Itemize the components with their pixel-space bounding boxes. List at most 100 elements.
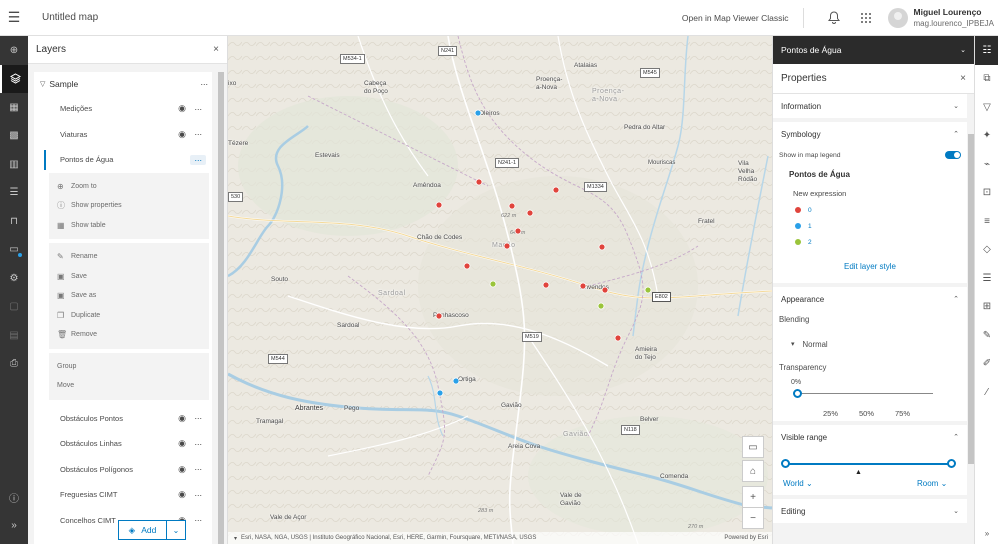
menu-item-move[interactable]: Move — [49, 376, 209, 396]
pop-ups-icon[interactable]: ⌁ — [975, 150, 998, 179]
more-options-icon[interactable]: ··· — [196, 79, 212, 89]
menu-item-duplicate[interactable]: ❐ Duplicate — [49, 306, 209, 326]
visible-range-header[interactable]: Visible range ⌃ — [773, 425, 967, 449]
measure-icon[interactable]: ▤ — [0, 321, 28, 350]
app-launcher-icon[interactable] — [850, 0, 882, 36]
layer-item[interactable]: Obstáculos Pontos ◉ ··· — [34, 406, 212, 432]
layer-item[interactable]: Obstáculos Polígonos ◉ ··· — [34, 457, 212, 483]
chevron-up-icon[interactable]: ⌃ — [953, 295, 959, 303]
more-options-icon[interactable]: ··· — [190, 490, 206, 500]
forms-icon[interactable]: ◇ — [975, 236, 998, 265]
layer-selector[interactable]: Pontos de Água ⌄ — [773, 36, 974, 64]
show-in-legend-toggle[interactable] — [945, 151, 961, 159]
menu-icon[interactable]: ☰ — [0, 0, 28, 36]
sketch-icon[interactable]: ▢ — [0, 293, 28, 322]
layers-scrollbar[interactable] — [218, 72, 224, 544]
map-title[interactable]: Untitled map — [42, 12, 98, 23]
layers-icon[interactable] — [0, 64, 28, 93]
sketch-icon[interactable]: ✐ — [975, 350, 998, 379]
media-icon[interactable]: ▭ — [0, 236, 28, 265]
zoom-in-button[interactable]: + — [742, 486, 764, 508]
menu-item-show-table[interactable]: ▦ Show table — [49, 216, 209, 236]
edit-layer-style-link[interactable]: Edit layer style — [773, 250, 967, 283]
bookmarks-icon[interactable]: ⊓ — [0, 207, 28, 236]
more-options-icon[interactable]: ··· — [190, 439, 206, 449]
visibility-eye-icon[interactable]: ◉ — [174, 129, 190, 140]
filter-icon[interactable]: ▽ — [975, 93, 998, 122]
layer-item[interactable]: Obstáculos Linhas ◉ ··· — [34, 431, 212, 457]
zoom-out-button[interactable]: − — [742, 507, 764, 529]
menu-item-save-as[interactable]: ▣ Save as — [49, 286, 209, 306]
chevron-down-icon[interactable]: ⌄ — [960, 46, 966, 54]
slider-track[interactable] — [797, 393, 933, 394]
close-icon[interactable]: × — [960, 73, 966, 84]
menu-item-save[interactable]: ▣ Save — [49, 267, 209, 287]
more-options-icon[interactable]: ··· — [190, 413, 206, 423]
charts-icon[interactable]: ▥ — [0, 150, 28, 179]
chevron-up-icon[interactable]: ⌃ — [953, 433, 959, 441]
info-icon[interactable]: ⓘ — [0, 483, 28, 512]
print-icon[interactable]: ⎙ — [0, 350, 28, 379]
blending-select[interactable]: ▾ Normal — [773, 329, 967, 359]
close-icon[interactable]: × — [213, 44, 219, 55]
effects-icon[interactable]: ✦ — [975, 122, 998, 151]
editing-header[interactable]: Editing ⌄ — [773, 499, 967, 523]
visible-range-slider[interactable]: ▲ World ⌄ Room ⌄ — [773, 449, 967, 495]
home-icon[interactable]: ⌂ — [742, 460, 764, 482]
layer-item[interactable]: Medições ◉ ··· — [34, 96, 212, 122]
more-options-icon[interactable]: ··· — [190, 515, 206, 525]
symbology-header[interactable]: Symbology ⌃ — [773, 122, 967, 146]
powered-by-esri[interactable]: Powered by Esri — [724, 535, 768, 541]
map-view[interactable]: ixo Atalaias Proença-a-Nova Proença-a-No… — [228, 36, 772, 544]
add-icon[interactable]: ⊕ — [0, 36, 28, 65]
collapse-icon[interactable]: » — [975, 529, 998, 538]
legend-icon[interactable]: ☰ — [0, 179, 28, 208]
visibility-eye-icon[interactable]: ◉ — [174, 464, 190, 475]
range-max-select[interactable]: Room ⌄ — [917, 479, 947, 488]
labels-icon[interactable]: ⊡ — [975, 179, 998, 208]
add-dropdown-chevron-icon[interactable]: ⌄ — [167, 521, 185, 539]
visibility-eye-icon[interactable]: ◉ — [174, 489, 190, 500]
aggregation-icon[interactable]: ⊞ — [975, 293, 998, 322]
add-button[interactable]: ◈ Add — [119, 521, 167, 539]
edit-icon[interactable]: ✎ — [975, 321, 998, 350]
range-min-select[interactable]: World ⌄ — [783, 479, 813, 488]
menu-item-rename[interactable]: ✎ Rename — [49, 247, 209, 267]
chevron-up-icon[interactable]: ⌃ — [953, 130, 959, 138]
menu-item-show-properties[interactable]: ⓘ Show properties — [49, 196, 209, 216]
fields-icon[interactable]: ≡ — [975, 207, 998, 236]
settings-icon[interactable]: ⚙ — [0, 264, 28, 293]
menu-item-remove[interactable]: 🗑︎ Remove — [49, 325, 209, 345]
information-header[interactable]: Information ⌄ — [773, 94, 967, 118]
menu-item-zoom-to[interactable]: ⊕ Zoom to — [49, 177, 209, 197]
open-classic-link[interactable]: Open in Map Viewer Classic — [682, 7, 804, 28]
expand-icon[interactable]: » — [0, 512, 28, 541]
layer-item[interactable]: Viaturas ◉ ··· — [34, 122, 212, 148]
table-icon[interactable]: ▦ — [0, 93, 28, 122]
screen-icon[interactable]: ▭ — [742, 436, 764, 458]
notifications-bell-icon[interactable] — [818, 0, 850, 36]
transparency-slider[interactable]: 0% 25% 50% 75% — [779, 377, 961, 421]
layer-item[interactable]: Freguesias CIMT ◉ ··· — [34, 482, 212, 508]
more-options-icon[interactable]: ··· — [190, 464, 206, 474]
visibility-eye-icon[interactable]: ◉ — [174, 103, 190, 114]
user-menu[interactable]: Miguel Lourenço mag.lourenco_IPBEJA — [887, 7, 994, 28]
range-min-thumb[interactable] — [781, 459, 790, 468]
pencil-icon[interactable]: ⁄ — [975, 378, 998, 407]
layer-item-selected[interactable]: Pontos de Água ··· — [34, 147, 212, 173]
layer-group-sample[interactable]: ▽ Sample ··· — [34, 72, 212, 96]
chevron-down-icon[interactable]: ⌄ — [953, 507, 959, 515]
menu-item-group[interactable]: Group — [49, 357, 209, 377]
visibility-eye-icon[interactable]: ◉ — [174, 413, 190, 424]
range-max-thumb[interactable] — [947, 459, 956, 468]
more-options-icon[interactable]: ··· — [190, 104, 206, 114]
visibility-eye-icon[interactable]: ◉ — [174, 438, 190, 449]
range-track[interactable] — [785, 463, 951, 465]
more-options-icon[interactable]: ··· — [190, 154, 206, 165]
chevron-down-icon[interactable]: ▽ — [40, 80, 45, 88]
slider-thumb[interactable] — [793, 389, 802, 398]
styles-icon[interactable]: ⧉ — [975, 65, 998, 94]
configure-icon[interactable]: ☰ — [975, 264, 998, 293]
properties-icon[interactable]: ☷ — [975, 36, 998, 65]
attribution-toggle-icon[interactable]: ▾ — [234, 535, 237, 542]
